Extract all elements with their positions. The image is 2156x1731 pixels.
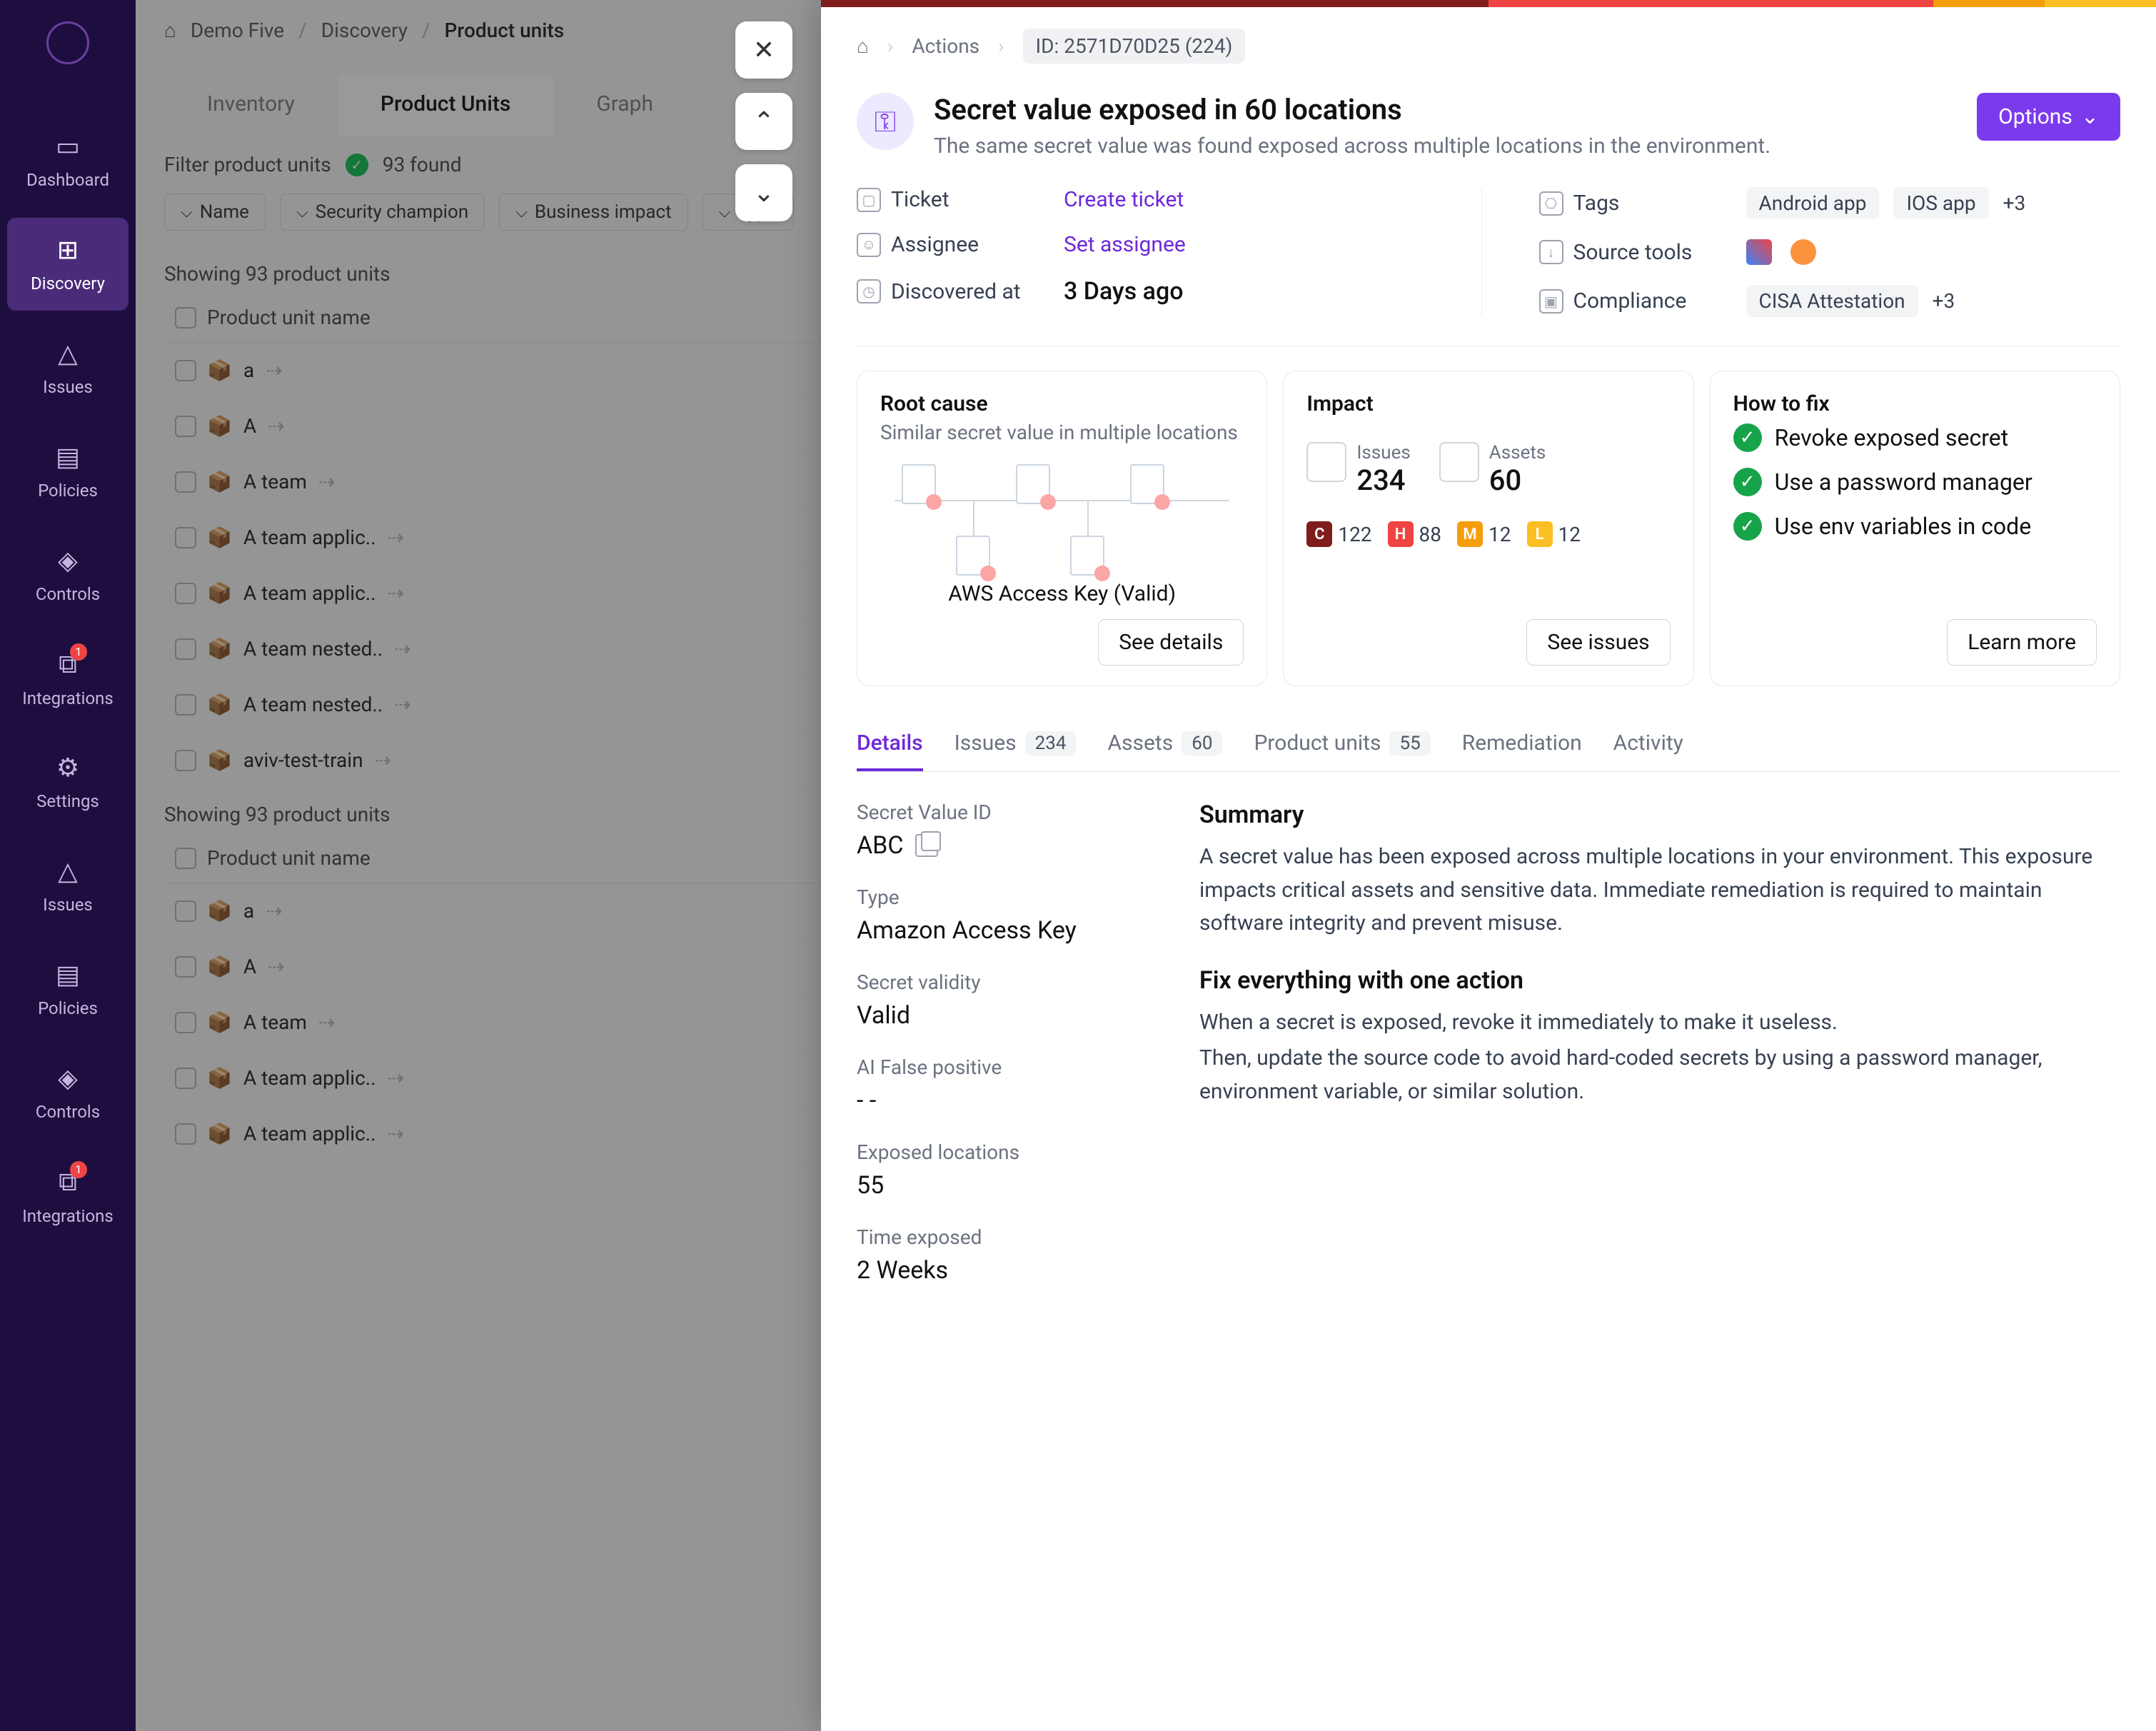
summary-text: A secret value has been exposed across m… bbox=[1199, 841, 2120, 940]
impact-card: Impact Issues234 Assets60 C122 H88 M12 L… bbox=[1283, 371, 1693, 686]
source-tool-icon bbox=[1790, 239, 1816, 265]
tags-more[interactable]: +3 bbox=[2003, 191, 2026, 215]
issues-icon: △ bbox=[58, 856, 78, 886]
options-button[interactable]: Options⌄ bbox=[1977, 93, 2120, 141]
tag-icon: ⎔ bbox=[1539, 191, 1563, 216]
detail-value: 55 bbox=[857, 1171, 1157, 1200]
source-icon: ↓ bbox=[1539, 240, 1563, 264]
controls-icon: ◈ bbox=[58, 1063, 78, 1093]
chevron-down-icon: ⌄ bbox=[2081, 104, 2099, 129]
nav-integrations[interactable]: ⧉1Integrations bbox=[7, 632, 129, 725]
policies-icon: ▤ bbox=[56, 960, 80, 990]
severity-strip bbox=[821, 0, 2156, 7]
nav-integrations-2[interactable]: ⧉1Integrations bbox=[7, 1150, 129, 1243]
home-icon[interactable]: ⌂ bbox=[857, 34, 869, 58]
severity-breakdown: C122 H88 M12 L12 bbox=[1306, 521, 1670, 547]
detail-label: Time exposed bbox=[857, 1225, 1157, 1249]
fix-heading: Fix everything with one action bbox=[1199, 966, 2120, 995]
detail-label: Secret Value ID bbox=[857, 801, 1157, 824]
key-icon: ⚿ bbox=[857, 93, 914, 150]
create-ticket-link[interactable]: Create ticket bbox=[1064, 187, 1184, 212]
compliance-more[interactable]: +3 bbox=[1933, 289, 1955, 313]
how-to-fix-card: How to fix ✓Revoke exposed secret ✓Use a… bbox=[1710, 371, 2120, 686]
nav-controls-2[interactable]: ◈Controls bbox=[7, 1046, 129, 1139]
issue-drawer: ✕ ⌃ ⌄ ⌂ › Actions › ID: 2571D70D25 (224)… bbox=[821, 0, 2156, 1731]
see-details-button[interactable]: See details bbox=[1098, 619, 1244, 666]
assets-count: 60 bbox=[1489, 463, 1546, 497]
detail-value: 2 Weeks bbox=[857, 1256, 1157, 1285]
logo bbox=[46, 21, 89, 64]
learn-more-button[interactable]: Learn more bbox=[1947, 619, 2097, 666]
check-icon: ✓ bbox=[1733, 512, 1762, 541]
detail-value: Valid bbox=[857, 1001, 1157, 1030]
assignee-icon: ☺ bbox=[857, 233, 881, 257]
assets-icon bbox=[1439, 442, 1479, 482]
nav-discovery[interactable]: ⊞Discovery bbox=[7, 218, 129, 311]
detail-label: Secret validity bbox=[857, 970, 1157, 994]
ticket-icon: ▢ bbox=[857, 188, 881, 212]
tab-remediation[interactable]: Remediation bbox=[1462, 718, 1582, 771]
root-cause-diagram bbox=[880, 457, 1244, 578]
check-icon: ✓ bbox=[1733, 423, 1762, 452]
discovered-value: 3 Days ago bbox=[1064, 277, 1184, 306]
copy-icon[interactable] bbox=[915, 834, 938, 857]
detail-value: Amazon Access Key bbox=[857, 916, 1157, 945]
issues-icon bbox=[1306, 442, 1346, 482]
set-assignee-link[interactable]: Set assignee bbox=[1064, 232, 1186, 257]
tab-activity[interactable]: Activity bbox=[1613, 718, 1683, 771]
integrations-icon: ⧉1 bbox=[59, 649, 77, 680]
nav-controls[interactable]: ◈Controls bbox=[7, 528, 129, 621]
issue-id-chip: ID: 2571D70D25 (224) bbox=[1023, 29, 1246, 64]
nav-policies-2[interactable]: ▤Policies bbox=[7, 943, 129, 1035]
nav-policies[interactable]: ▤Policies bbox=[7, 425, 129, 518]
detail-value: ABC bbox=[857, 831, 1157, 860]
clock-icon: ◷ bbox=[857, 279, 881, 303]
root-cause-card: Root cause Similar secret value in multi… bbox=[857, 371, 1267, 686]
policies-icon: ▤ bbox=[56, 442, 80, 472]
nav-settings[interactable]: ⚙Settings bbox=[7, 736, 129, 828]
tab-assets[interactable]: Assets60 bbox=[1107, 718, 1222, 771]
integrations-icon: ⧉1 bbox=[59, 1167, 77, 1198]
dashboard-icon: ▭ bbox=[56, 131, 80, 161]
nav-issues[interactable]: △Issues bbox=[7, 321, 129, 414]
issues-icon: △ bbox=[58, 338, 78, 368]
prev-button[interactable]: ⌃ bbox=[735, 93, 792, 150]
compliance-icon: ▣ bbox=[1539, 289, 1563, 313]
check-icon: ✓ bbox=[1733, 468, 1762, 496]
sidebar: ▭Dashboard ⊞Discovery △Issues ▤Policies … bbox=[0, 0, 136, 1731]
tag-chip[interactable]: Android app bbox=[1746, 187, 1880, 219]
issue-subtitle: The same secret value was found exposed … bbox=[934, 134, 1770, 159]
detail-label: AI False positive bbox=[857, 1055, 1157, 1079]
settings-icon: ⚙ bbox=[56, 753, 79, 783]
discovery-icon: ⊞ bbox=[57, 235, 79, 265]
detail-value: - - bbox=[857, 1086, 1157, 1115]
detail-tabs: Details Issues234 Assets60 Product units… bbox=[857, 718, 2120, 772]
detail-label: Type bbox=[857, 885, 1157, 909]
tab-issues[interactable]: Issues234 bbox=[954, 718, 1077, 771]
nav-issues-2[interactable]: △Issues bbox=[7, 839, 129, 932]
source-tool-icon bbox=[1746, 239, 1772, 265]
issue-title: Secret value exposed in 60 locations bbox=[934, 93, 1770, 126]
see-issues-button[interactable]: See issues bbox=[1526, 619, 1670, 666]
tab-product-units[interactable]: Product units55 bbox=[1254, 718, 1430, 771]
detail-label: Exposed locations bbox=[857, 1140, 1157, 1164]
tab-details[interactable]: Details bbox=[857, 718, 923, 771]
summary-heading: Summary bbox=[1199, 801, 2120, 829]
nav-dashboard[interactable]: ▭Dashboard bbox=[7, 114, 129, 207]
next-button[interactable]: ⌄ bbox=[735, 164, 792, 221]
drawer-breadcrumb: ⌂ › Actions › ID: 2571D70D25 (224) bbox=[857, 11, 2120, 80]
controls-icon: ◈ bbox=[58, 546, 78, 576]
issues-count: 234 bbox=[1356, 463, 1410, 497]
tag-chip[interactable]: IOS app bbox=[1893, 187, 1988, 219]
close-button[interactable]: ✕ bbox=[735, 21, 792, 79]
compliance-chip[interactable]: CISA Attestation bbox=[1746, 285, 1918, 317]
